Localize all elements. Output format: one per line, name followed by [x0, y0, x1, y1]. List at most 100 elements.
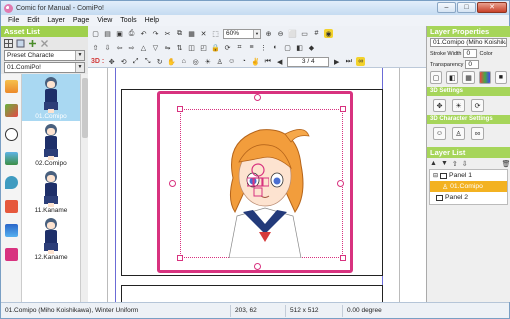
menu-tools[interactable]: Tools	[116, 17, 140, 24]
expression-icon[interactable]: ☺	[433, 127, 446, 140]
send-back-icon[interactable]: ⇩	[103, 43, 112, 52]
first-page-icon[interactable]: ⏮	[263, 57, 272, 66]
background-category-icon[interactable]	[4, 152, 18, 165]
menu-edit[interactable]: Edit	[23, 17, 43, 24]
speech-balloon-category-icon[interactable]	[4, 128, 18, 141]
resize-handle[interactable]	[177, 106, 183, 112]
3d-rotate-icon[interactable]: ⟲	[119, 57, 128, 66]
resize-handle-right[interactable]	[337, 180, 344, 187]
stroke-width-input[interactable]: 0	[463, 49, 478, 58]
move-down-icon[interactable]: ▽	[151, 43, 160, 52]
3d-face-icon[interactable]: ☺	[227, 57, 236, 66]
rotate-icon[interactable]: ⟳	[223, 43, 232, 52]
distribute-icon[interactable]: ⋮	[259, 43, 268, 52]
menu-page[interactable]: Page	[69, 17, 93, 24]
save-icon[interactable]: ▣	[115, 29, 124, 38]
frame-style-icon[interactable]: ▢	[430, 71, 443, 84]
layer-top-icon[interactable]: ⇧	[452, 159, 458, 168]
3d-light-icon[interactable]: ☀	[452, 99, 465, 112]
flip-vertical-icon[interactable]: ⇅	[175, 43, 184, 52]
delete-icon[interactable]: ✕	[199, 29, 208, 38]
move-center-icon[interactable]	[247, 163, 269, 197]
move-up-icon[interactable]: △	[139, 43, 148, 52]
3d-pose-icon[interactable]: ✥	[433, 99, 446, 112]
border-icon[interactable]: ▢	[283, 43, 292, 52]
list-item[interactable]: 01.Comipo	[22, 74, 80, 121]
object-category-icon[interactable]	[4, 104, 18, 117]
3d-tilt-icon[interactable]: ↻	[155, 57, 164, 66]
3d-reset-icon[interactable]: ⌂	[179, 57, 188, 66]
3d-move-icon[interactable]: ✥	[107, 57, 116, 66]
layer-item-panel-2[interactable]: Panel 2	[430, 192, 507, 203]
collapse-icon[interactable]: ⊟	[433, 172, 438, 179]
character-dropdown[interactable]: 01.ComiPo! ▼	[4, 62, 85, 73]
print-icon[interactable]: ⎙	[127, 29, 136, 38]
close-button[interactable]: ✕	[477, 2, 507, 13]
layer-item-panel-1[interactable]: ⊟ Panel 1	[430, 170, 507, 181]
copy-icon[interactable]: ⧉	[175, 29, 184, 38]
layer-up-icon[interactable]: ▲	[430, 159, 437, 168]
resize-handle[interactable]	[340, 255, 346, 261]
zoom-in-icon[interactable]: ⊕	[264, 29, 273, 38]
text-category-icon[interactable]	[4, 200, 18, 213]
3d-zoom-icon[interactable]: ⤢	[131, 57, 140, 66]
3d-hand-icon[interactable]: ✌	[251, 57, 260, 66]
effect-category-icon[interactable]	[4, 176, 18, 189]
move-right-icon[interactable]: ⇨	[127, 43, 136, 52]
color-palette-icon[interactable]	[478, 71, 491, 84]
resize-handle-bottom[interactable]	[254, 263, 261, 270]
next-page-icon[interactable]: ▶	[332, 57, 341, 66]
lock-icon[interactable]: 🔒	[211, 43, 220, 52]
last-page-icon[interactable]: ⏭	[344, 57, 353, 66]
align-icon[interactable]: ≡	[247, 43, 256, 52]
resize-handle[interactable]	[340, 106, 346, 112]
layer-down-icon[interactable]: ▼	[441, 159, 448, 168]
resize-handle[interactable]	[177, 255, 183, 261]
flip-horizontal-icon[interactable]: ⇋	[163, 43, 172, 52]
move-left-icon[interactable]: ⇦	[115, 43, 124, 52]
comic-panel-2[interactable]	[121, 285, 383, 302]
crop-icon[interactable]: ⌗	[235, 43, 244, 52]
select-all-icon[interactable]: ⬚	[211, 29, 220, 38]
maximize-button[interactable]: □	[457, 2, 476, 13]
character-category-icon[interactable]	[4, 80, 18, 93]
new-page-icon[interactable]: ▢	[91, 29, 100, 38]
transparency-input[interactable]: 0	[465, 60, 480, 69]
resize-handle-left[interactable]	[169, 180, 176, 187]
border-style-icon[interactable]: ■	[494, 71, 508, 84]
ungroup-icon[interactable]: ◰	[199, 43, 208, 52]
3d-light-icon[interactable]: ☀	[203, 57, 212, 66]
undo-icon[interactable]: ↶	[139, 29, 148, 38]
pattern-icon[interactable]: ▦	[462, 71, 475, 84]
preset-dropdown[interactable]: Preset Characte ▼	[4, 50, 85, 61]
open-icon[interactable]: ▤	[103, 29, 112, 38]
fit-width-icon[interactable]: ▭	[300, 29, 309, 38]
layer-name-field[interactable]: 01.Comipo (Miho Koishikawa)	[430, 38, 507, 47]
prev-page-icon[interactable]: ◀	[275, 57, 284, 66]
layer-bottom-icon[interactable]: ⇩	[462, 159, 468, 168]
3d-look-icon[interactable]: ◔	[239, 57, 248, 66]
frame-category-icon[interactable]	[4, 248, 18, 261]
menu-view[interactable]: View	[93, 17, 116, 24]
delete-asset-icon[interactable]	[40, 39, 49, 48]
list-item[interactable]: 12.Kaname	[22, 215, 80, 262]
paste-icon[interactable]: ▦	[187, 29, 196, 38]
redo-icon[interactable]: ↷	[151, 29, 160, 38]
list-item[interactable]: 11.Kaname	[22, 168, 80, 215]
group-icon[interactable]: ◫	[187, 43, 196, 52]
gradient-icon[interactable]: ◧	[446, 71, 459, 84]
fill-icon[interactable]: ◧	[295, 43, 304, 52]
cut-icon[interactable]: ✂	[163, 29, 172, 38]
pose-icon[interactable]: ♙	[452, 127, 465, 140]
page-indicator[interactable]: 3 / 4	[287, 56, 330, 67]
zoom-out-icon[interactable]: ⊖	[276, 29, 285, 38]
list-item[interactable]: 02.Comipo	[22, 121, 80, 168]
color-icon[interactable]: ◆	[307, 43, 316, 52]
canvas-area[interactable]	[88, 68, 426, 302]
menu-help[interactable]: Help	[141, 17, 163, 24]
3d-camera-icon[interactable]: ◎	[191, 57, 200, 66]
fit-page-icon[interactable]: ⬜	[288, 29, 297, 38]
list-view-icon[interactable]	[16, 39, 25, 48]
minimize-button[interactable]: –	[437, 2, 456, 13]
shadow-icon[interactable]: ◐	[271, 43, 280, 52]
